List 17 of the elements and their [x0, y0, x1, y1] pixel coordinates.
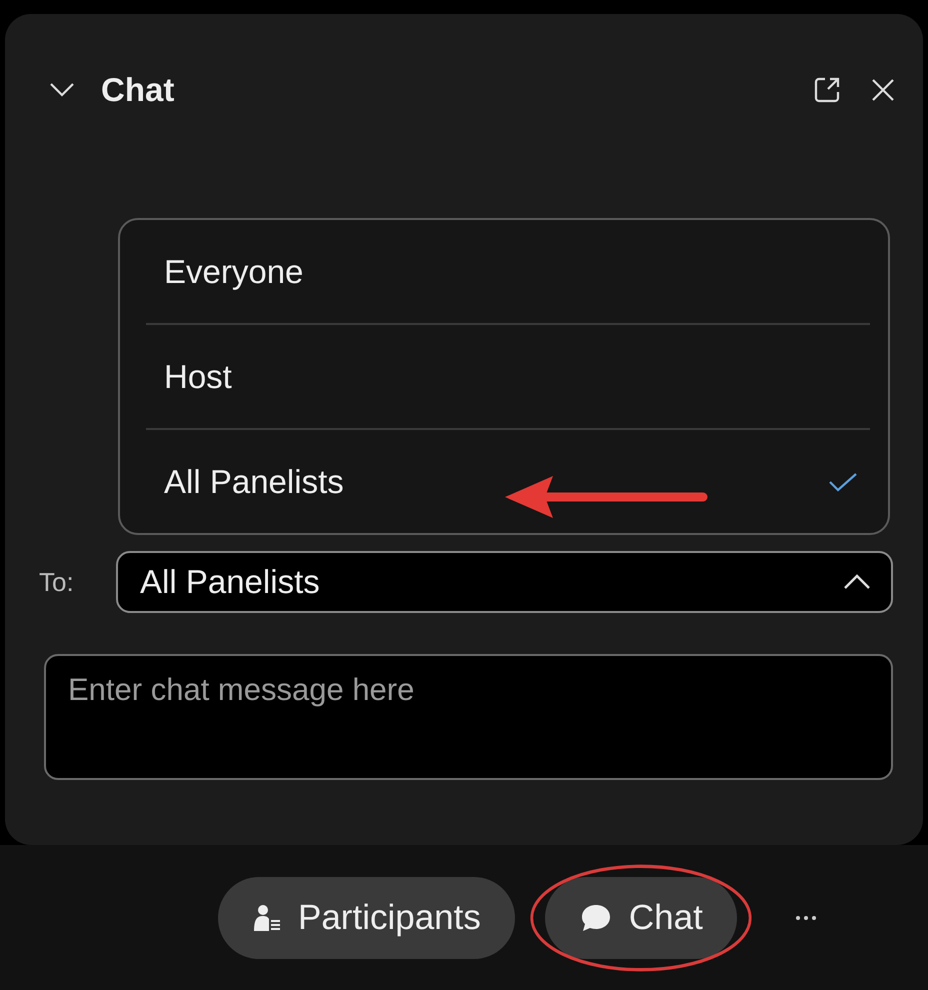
participants-icon	[254, 904, 280, 932]
pop-out-icon[interactable]	[813, 76, 841, 104]
close-icon[interactable]	[871, 78, 895, 102]
chat-bubble-icon	[580, 904, 611, 932]
check-icon	[828, 472, 858, 492]
recipient-dropdown[interactable]: All Panelists	[116, 551, 893, 613]
participants-button[interactable]: Participants	[218, 876, 515, 958]
caret-icon	[843, 574, 871, 590]
menu-item[interactable]: Everyone	[120, 220, 888, 323]
more-icon[interactable]	[794, 914, 817, 920]
collapse-icon[interactable]	[49, 82, 75, 98]
to-label: To:	[39, 566, 75, 598]
panel-title: Chat	[101, 71, 174, 109]
menu-item[interactable]: All Panelists	[120, 430, 888, 533]
message-field[interactable]: Enter chat message here	[44, 654, 893, 780]
menu-item[interactable]: Host	[120, 325, 888, 428]
chat-button[interactable]: Chat	[544, 876, 737, 958]
